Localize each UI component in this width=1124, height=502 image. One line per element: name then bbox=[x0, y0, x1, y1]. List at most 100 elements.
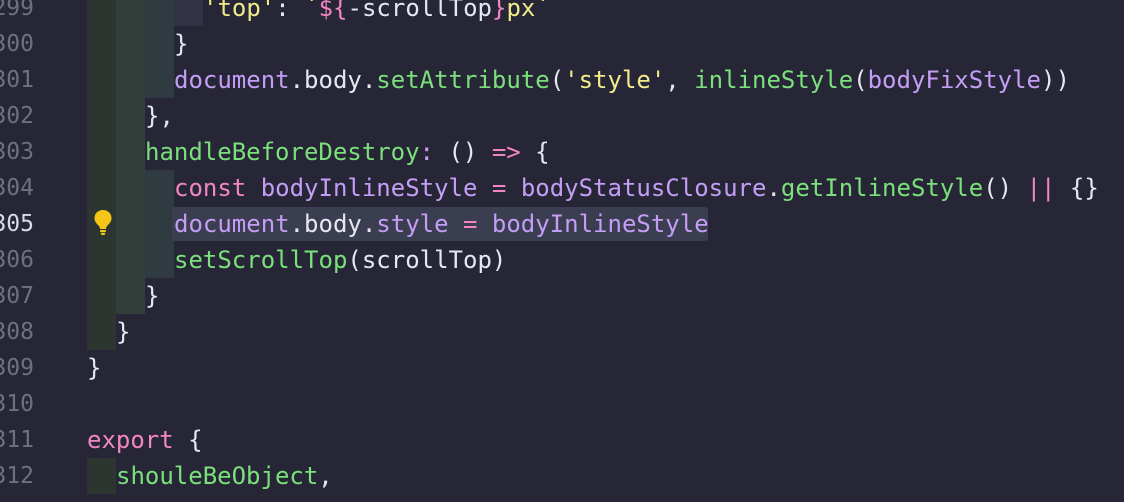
indent-guide bbox=[87, 134, 116, 170]
indent-guide bbox=[145, 170, 174, 206]
line-number: 300 bbox=[0, 31, 34, 57]
indent-guide bbox=[145, 26, 174, 62]
code-area[interactable]: 'top': `${-scrollTop}px`} document.body.s… bbox=[0, 0, 1124, 502]
code-line[interactable]: } bbox=[116, 314, 130, 350]
line-number: 312 bbox=[0, 463, 34, 489]
code-token: document bbox=[174, 210, 290, 238]
line-number: 307 bbox=[0, 283, 34, 309]
line-number: 306 bbox=[0, 247, 34, 273]
line-number: 308 bbox=[0, 319, 34, 345]
code-token: . bbox=[289, 210, 305, 238]
code-token: document bbox=[174, 66, 290, 94]
code-token: )) bbox=[1041, 66, 1070, 94]
code-token: ` bbox=[304, 0, 319, 22]
line-number: 311 bbox=[0, 427, 34, 453]
code-token: setScrollTop bbox=[174, 246, 348, 274]
indent-guide bbox=[87, 314, 116, 350]
indent-guide bbox=[87, 98, 116, 134]
indent-guide bbox=[116, 0, 145, 26]
indent-guide bbox=[145, 206, 174, 242]
code-line[interactable]: setScrollTop(scrollTop) bbox=[174, 242, 506, 278]
code-token: . bbox=[289, 66, 305, 94]
code-token: export bbox=[87, 426, 174, 454]
code-editor[interactable]: 'top': `${-scrollTop}px`} document.body.s… bbox=[0, 0, 1124, 502]
code-token: }, bbox=[145, 102, 174, 130]
code-token: || bbox=[1026, 174, 1056, 202]
code-token: = bbox=[477, 174, 521, 202]
code-line[interactable]: } bbox=[145, 278, 159, 314]
code-token: ${ bbox=[318, 0, 348, 22]
code-token: : bbox=[419, 138, 449, 166]
indent-guide bbox=[145, 62, 174, 98]
code-line[interactable]: }, bbox=[145, 98, 174, 134]
code-line[interactable]: document.body.setAttribute('style', inli… bbox=[174, 62, 1070, 98]
code-token: { bbox=[520, 138, 550, 166]
indent-guide bbox=[145, 0, 174, 26]
indent-guide bbox=[174, 0, 203, 26]
indent-guide bbox=[116, 98, 145, 134]
code-token: = bbox=[448, 210, 492, 238]
code-token: } bbox=[492, 0, 507, 22]
line-number-gutter: 299 300 301 302 303 304 305 306 307 308 309 310 311 3… bbox=[0, 0, 70, 502]
code-token: setAttribute bbox=[376, 66, 550, 94]
code-token: } bbox=[116, 318, 131, 346]
indent-guide bbox=[116, 278, 145, 314]
code-token: } bbox=[145, 282, 160, 310]
indent-guide bbox=[116, 170, 145, 206]
code-line[interactable]: export { bbox=[87, 422, 203, 458]
code-token: bodyFixStyle bbox=[867, 66, 1041, 94]
indent-guide bbox=[87, 0, 116, 26]
code-line[interactable]: const bodyInlineStyle = bodyStatusClosur… bbox=[174, 170, 1099, 206]
indent-guide bbox=[87, 458, 116, 494]
code-token: ) bbox=[491, 246, 507, 274]
indent-guide bbox=[87, 26, 116, 62]
code-token: . bbox=[766, 174, 781, 202]
code-token: px` bbox=[506, 0, 550, 22]
indent-guide bbox=[87, 170, 116, 206]
indent-guide bbox=[116, 206, 145, 242]
code-token: {} bbox=[1055, 174, 1099, 202]
code-line[interactable]: shouleBeObject, bbox=[116, 458, 333, 494]
indent-guide bbox=[116, 62, 145, 98]
code-token: 'style' bbox=[564, 66, 666, 94]
indent-guide bbox=[87, 278, 116, 314]
code-line[interactable]: handleBeforeDestroy: () => { bbox=[145, 134, 550, 170]
code-token: 'top' bbox=[203, 0, 276, 22]
code-token: bodyInlineStyle bbox=[491, 210, 709, 238]
code-token: ( bbox=[347, 246, 362, 274]
line-number: 301 bbox=[0, 67, 34, 93]
indent-guide bbox=[145, 242, 174, 278]
code-token: inlineStyle bbox=[694, 66, 854, 94]
code-line[interactable]: 'top': `${-scrollTop}px` bbox=[203, 0, 550, 26]
code-token: , bbox=[318, 462, 333, 490]
code-token: style bbox=[376, 210, 449, 238]
code-line[interactable]: document.body.style = bodyInlineStyle bbox=[174, 206, 709, 242]
code-token: } bbox=[174, 30, 189, 58]
code-token: getInlineStyle bbox=[780, 174, 984, 202]
code-token: body bbox=[304, 66, 362, 94]
code-token: handleBeforeDestroy bbox=[145, 138, 420, 166]
line-number: 302 bbox=[0, 103, 34, 129]
code-token: } bbox=[87, 354, 102, 382]
code-token: () bbox=[448, 138, 492, 166]
code-token: . bbox=[361, 66, 377, 94]
code-token: scrollTop bbox=[361, 246, 492, 274]
indent-guide bbox=[116, 26, 145, 62]
indent-guide bbox=[87, 62, 116, 98]
code-token: , bbox=[665, 66, 695, 94]
code-token: const bbox=[174, 174, 261, 202]
line-number: 310 bbox=[0, 391, 34, 417]
code-token: : bbox=[275, 0, 305, 22]
lightbulb-icon[interactable] bbox=[93, 208, 113, 236]
code-token: ( bbox=[549, 66, 565, 94]
code-line[interactable]: } bbox=[87, 350, 101, 386]
indent-guide bbox=[116, 242, 145, 278]
code-token: () bbox=[983, 174, 1027, 202]
code-line[interactable]: } bbox=[174, 26, 188, 62]
line-number: 303 bbox=[0, 139, 34, 165]
code-token: shouleBeObject bbox=[116, 462, 319, 490]
line-number: 299 bbox=[0, 0, 34, 21]
line-number: 304 bbox=[0, 175, 34, 201]
code-token: . bbox=[361, 210, 377, 238]
indent-guide bbox=[116, 134, 145, 170]
